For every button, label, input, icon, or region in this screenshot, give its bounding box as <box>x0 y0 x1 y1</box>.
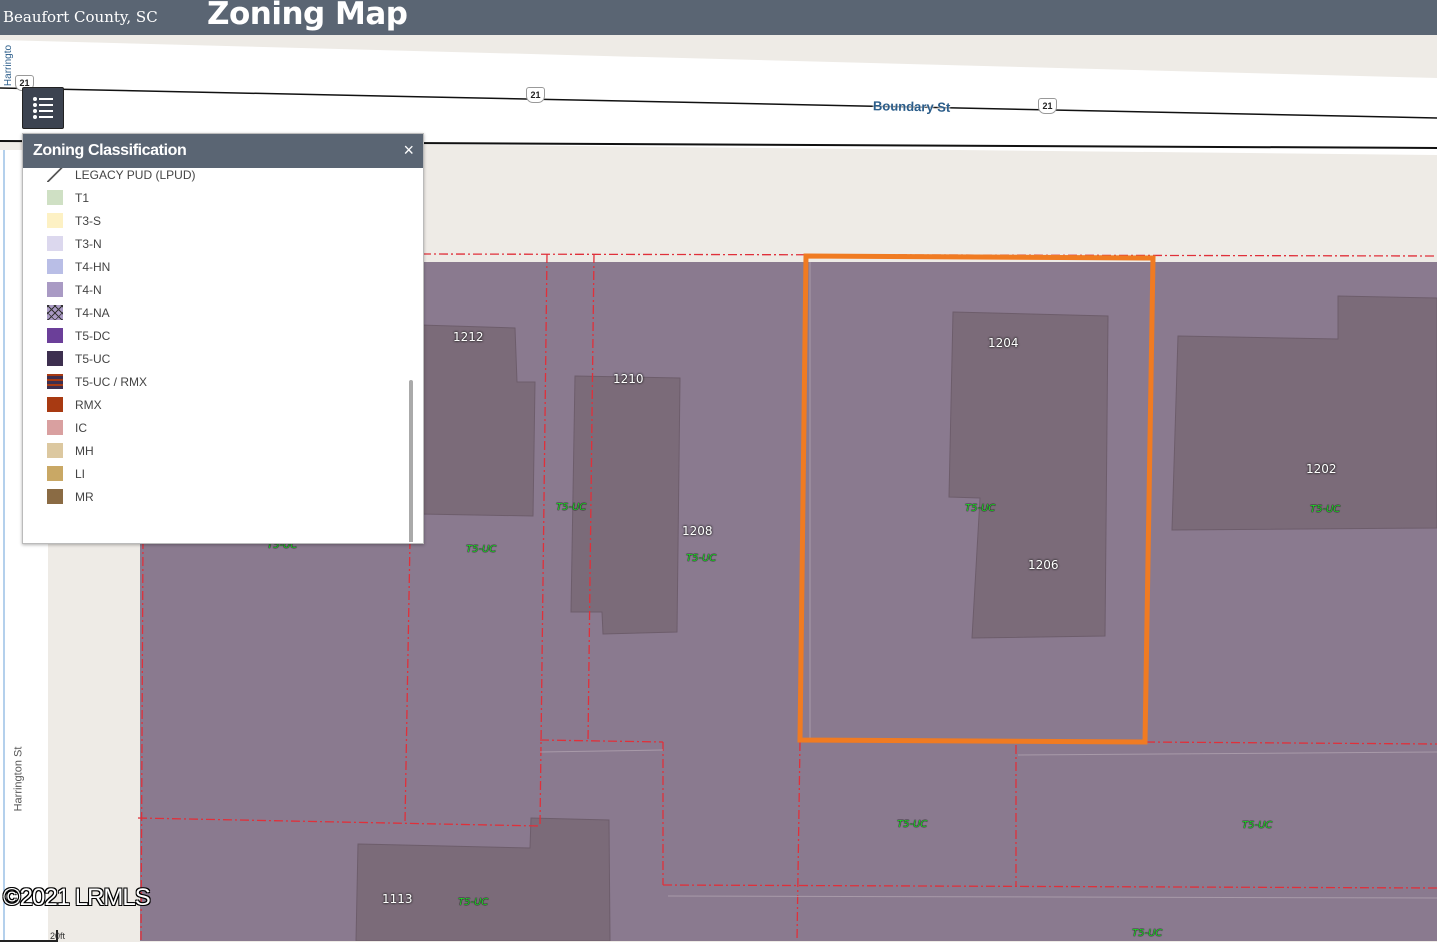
legend-title: Zoning Classification <box>33 142 187 159</box>
legend-panel: Zoning Classification × LEGACY PUD (LPUD… <box>22 133 424 544</box>
legend-swatch <box>47 420 63 435</box>
top-bar: Beaufort County, SC Zoning Map <box>0 0 1437 35</box>
legend-item-label: MR <box>75 490 94 504</box>
legend-swatch <box>47 489 63 504</box>
legend-item-label: T5-UC <box>75 352 111 366</box>
legend-swatch <box>47 305 63 320</box>
zone-label: T5-UC <box>686 553 717 564</box>
legend-swatch <box>47 466 63 481</box>
zone-label: T5-UC <box>466 544 497 555</box>
legend-swatch <box>47 351 63 366</box>
address-label: 1113 <box>382 892 413 906</box>
legend-item-label: MH <box>75 444 94 458</box>
copyright-watermark: ©2021 LRMLS <box>3 884 151 911</box>
building-1210[interactable] <box>570 375 681 635</box>
legend-swatch <box>47 259 63 274</box>
legend-toggle-button[interactable] <box>22 87 64 129</box>
legend-swatch <box>47 397 63 412</box>
legend-swatch <box>47 190 63 205</box>
street-label-boundary: Boundary St <box>872 98 951 115</box>
legend-swatch <box>47 213 63 228</box>
legend-item-label: T1 <box>75 191 90 205</box>
legend-scrollbar[interactable] <box>409 380 413 542</box>
zone-label: T5-UC <box>1132 928 1163 939</box>
legend-header: Zoning Classification × <box>23 134 423 168</box>
legend-item-label: T5-UC / RMX <box>75 375 147 389</box>
legend-swatch <box>47 443 63 458</box>
address-label: 1212 <box>453 330 484 344</box>
legend-swatch <box>47 282 63 297</box>
address-label: 1204 <box>988 336 1019 350</box>
list-icon <box>33 97 53 119</box>
page-title: Zoning Map <box>207 0 408 32</box>
close-icon[interactable]: × <box>403 140 414 161</box>
street-label-harrington-top: Harringto <box>3 44 15 87</box>
street-label-harrington: Harrington St <box>12 746 25 812</box>
address-label: 1208 <box>682 524 713 538</box>
route-shield-icon: 21 <box>1038 98 1057 114</box>
legend-item-label: IC <box>75 421 87 435</box>
address-label: 1202 <box>1306 462 1337 476</box>
route-shield-icon: 21 <box>526 87 545 103</box>
county-name: Beaufort County, SC <box>3 8 158 26</box>
legend-swatch <box>47 374 63 389</box>
zone-label: T5-UC <box>1310 504 1341 515</box>
legend-swatch <box>47 236 63 251</box>
legend-item-label: T3-S <box>75 214 102 228</box>
zone-label: T5-UC <box>556 502 587 513</box>
scale-label: 20ft <box>50 931 66 941</box>
legend-item-label: T4-HN <box>75 260 111 274</box>
legend-item-label: T4-NA <box>75 306 110 320</box>
address-label: 1206 <box>1028 558 1059 572</box>
legend-swatch <box>47 168 63 182</box>
zone-label: T5-UC <box>1242 820 1273 831</box>
legend-item-label: T3-N <box>75 237 102 251</box>
legend-item-label: LI <box>75 467 86 481</box>
legend-item-label: LEGACY PUD (LPUD) <box>75 168 196 182</box>
legend-item-label: T5-DC <box>75 329 111 343</box>
legend-swatch <box>47 328 63 343</box>
legend-list[interactable]: LEGACY PUD (LPUD) T1 T3-S T3-N T4-HN T4-N T4-N… <box>23 168 415 542</box>
address-label: 1210 <box>613 372 644 386</box>
zone-label: T5-UC <box>458 897 489 908</box>
legend-item-label: T4-N <box>75 283 102 297</box>
legend-item-label: RMX <box>75 398 102 412</box>
zone-label: T5-UC <box>965 503 996 514</box>
zone-label: T5-UC <box>897 819 928 830</box>
